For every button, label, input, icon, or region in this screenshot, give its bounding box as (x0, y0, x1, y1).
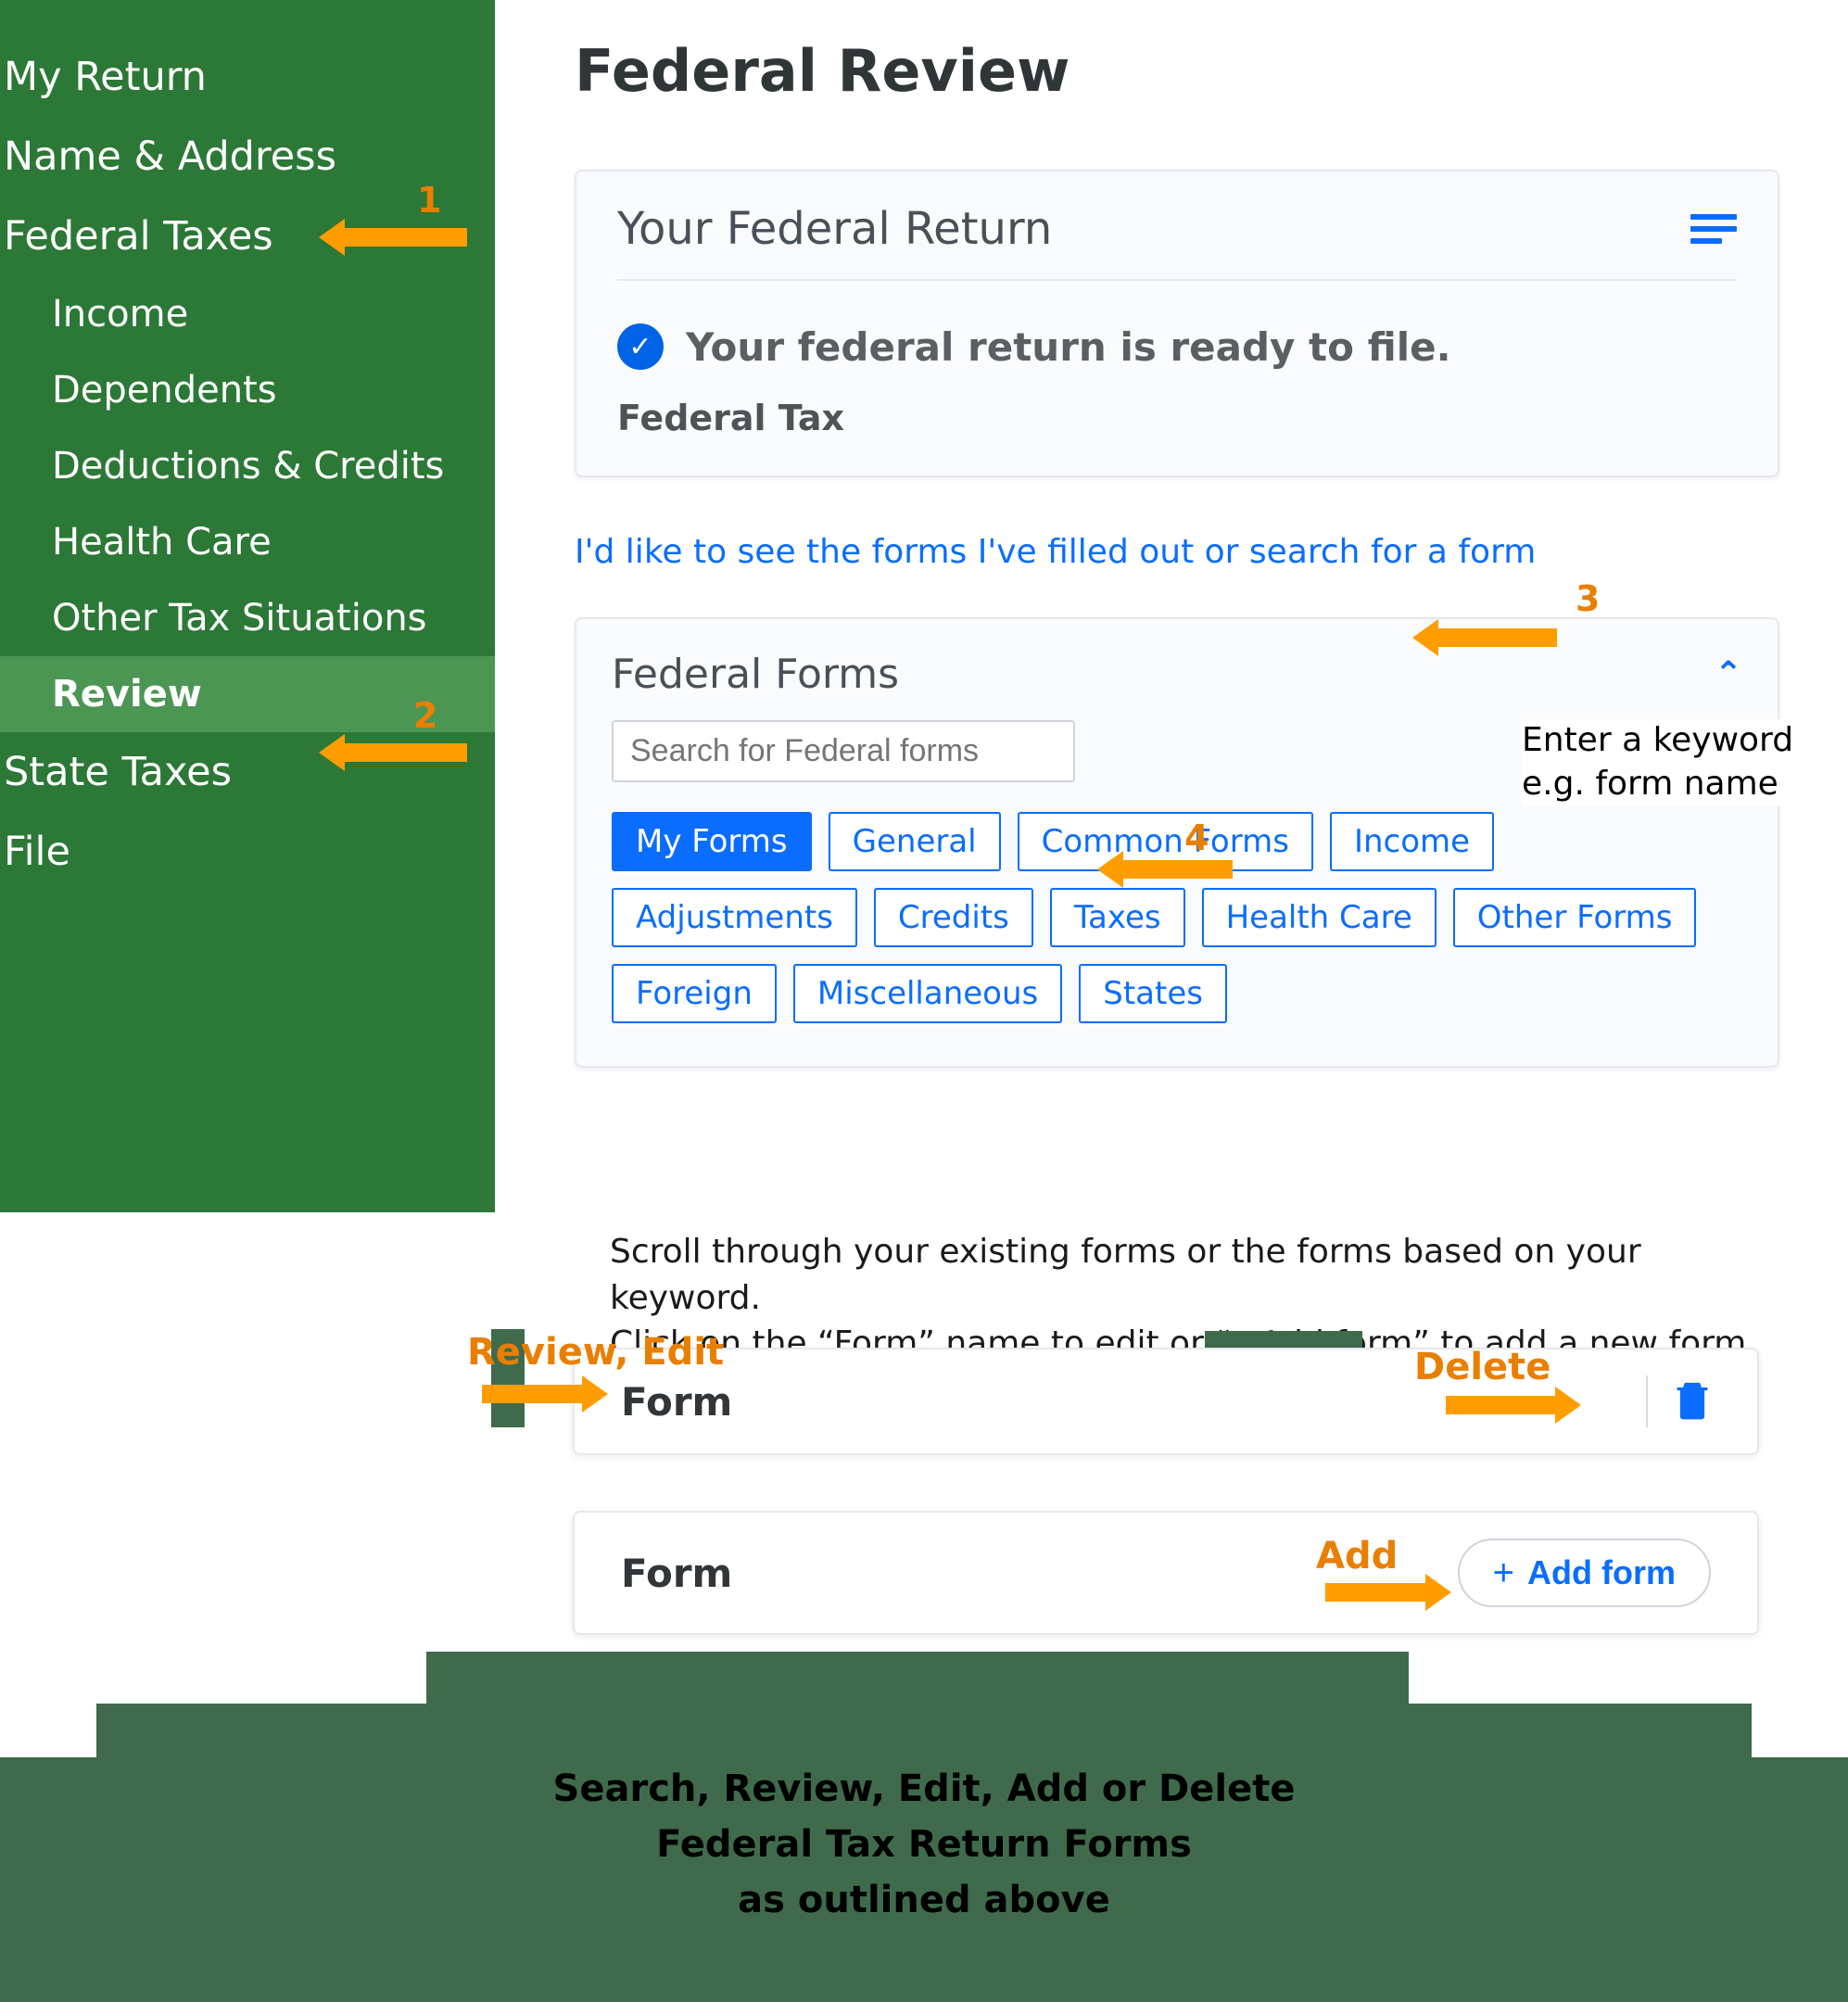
chip-my-forms[interactable]: My Forms (612, 812, 812, 871)
annotation-number-3: 3 (1576, 578, 1600, 619)
see-forms-link[interactable]: I'd like to see the forms I've filled ou… (575, 533, 1536, 571)
chip-states[interactable]: States (1079, 964, 1227, 1023)
chip-taxes[interactable]: Taxes (1050, 888, 1185, 947)
banner-line3: as outlined above (738, 1879, 1110, 1921)
federal-tax-label: Federal Tax (617, 398, 1737, 438)
arrow-icon (1437, 628, 1557, 647)
chip-adjustments[interactable]: Adjustments (612, 888, 857, 947)
status-row: ✓ Your federal return is ready to file. (617, 323, 1737, 370)
chip-foreign[interactable]: Foreign (612, 964, 777, 1023)
forms-card-title: Federal Forms (612, 651, 899, 698)
sidebar-item-file[interactable]: File (0, 812, 495, 892)
filter-icon[interactable] (1690, 214, 1737, 244)
annotation-review-edit: Review, Edit (467, 1331, 724, 1374)
sidebar-item-income[interactable]: Income (0, 276, 495, 352)
form-row-existing: Form (573, 1348, 1759, 1455)
chevron-up-icon[interactable]: ⌃ (1715, 655, 1742, 693)
arrow-icon (343, 228, 467, 247)
annotation-number-4: 4 (1184, 817, 1209, 858)
federal-forms-card: Federal Forms ⌃ Enter a keyword e.g. for… (575, 617, 1779, 1068)
banner-line1: Search, Review, Edit, Add or Delete (553, 1768, 1296, 1810)
check-circle-icon: ✓ (617, 323, 664, 370)
plus-icon: + (1493, 1554, 1514, 1591)
chip-miscellaneous[interactable]: Miscellaneous (793, 964, 1062, 1023)
sidebar-item-my-return[interactable]: My Return (0, 37, 495, 117)
sidebar-item-dependents[interactable]: Dependents (0, 352, 495, 428)
status-text: Your federal return is ready to file. (686, 324, 1451, 370)
arrow-icon (482, 1385, 584, 1403)
chip-credits[interactable]: Credits (874, 888, 1033, 947)
instruction-text: Scroll through your existing forms or th… (610, 1229, 1759, 1367)
card-title-row: Your Federal Return (617, 203, 1737, 281)
form-name-link[interactable]: Form (621, 1379, 732, 1425)
forms-card-header: Federal Forms ⌃ (612, 651, 1742, 698)
banner-line2: Federal Tax Return Forms (656, 1823, 1192, 1866)
add-form-button-label: Add form (1527, 1553, 1676, 1592)
search-hint-annotation: Enter a keyword e.g. form name (1522, 719, 1846, 806)
page-title: Federal Review (575, 37, 1779, 105)
chip-income[interactable]: Income (1330, 812, 1494, 871)
chip-general[interactable]: General (829, 812, 1001, 871)
sidebar-item-other-tax-situations[interactable]: Other Tax Situations (0, 580, 495, 656)
chip-health-care[interactable]: Health Care (1202, 888, 1437, 947)
banner-text: Search, Review, Edit, Add or Delete Fede… (0, 1761, 1848, 1928)
chip-row: My Forms General Common Forms Income Adj… (612, 812, 1742, 1023)
annotation-number-1: 1 (417, 180, 441, 221)
federal-forms-search-input[interactable] (612, 720, 1075, 782)
sidebar-item-health-care[interactable]: Health Care (0, 504, 495, 580)
form-name-label: Form (621, 1551, 732, 1596)
arrow-icon (1325, 1583, 1427, 1602)
add-form-button[interactable]: + Add form (1458, 1539, 1711, 1607)
sidebar-item-deductions-credits[interactable]: Deductions & Credits (0, 428, 495, 504)
card-title: Your Federal Return (617, 203, 1052, 255)
chip-other-forms[interactable]: Other Forms (1453, 888, 1697, 947)
instruction-line1: Scroll through your existing forms or th… (610, 1233, 1641, 1317)
arrow-icon (1121, 860, 1233, 879)
trash-icon[interactable] (1674, 1378, 1711, 1425)
annotation-add: Add (1316, 1535, 1398, 1578)
arrow-icon (343, 743, 467, 762)
annotation-delete: Delete (1414, 1346, 1551, 1388)
federal-return-card: Your Federal Return ✓ Your federal retur… (575, 170, 1779, 477)
form-row-add: Form + Add form (573, 1511, 1759, 1635)
annotation-number-2: 2 (413, 695, 437, 736)
separator (1646, 1375, 1648, 1427)
arrow-icon (1446, 1396, 1557, 1414)
main-content: Federal Review Your Federal Return ✓ You… (575, 37, 1779, 1068)
